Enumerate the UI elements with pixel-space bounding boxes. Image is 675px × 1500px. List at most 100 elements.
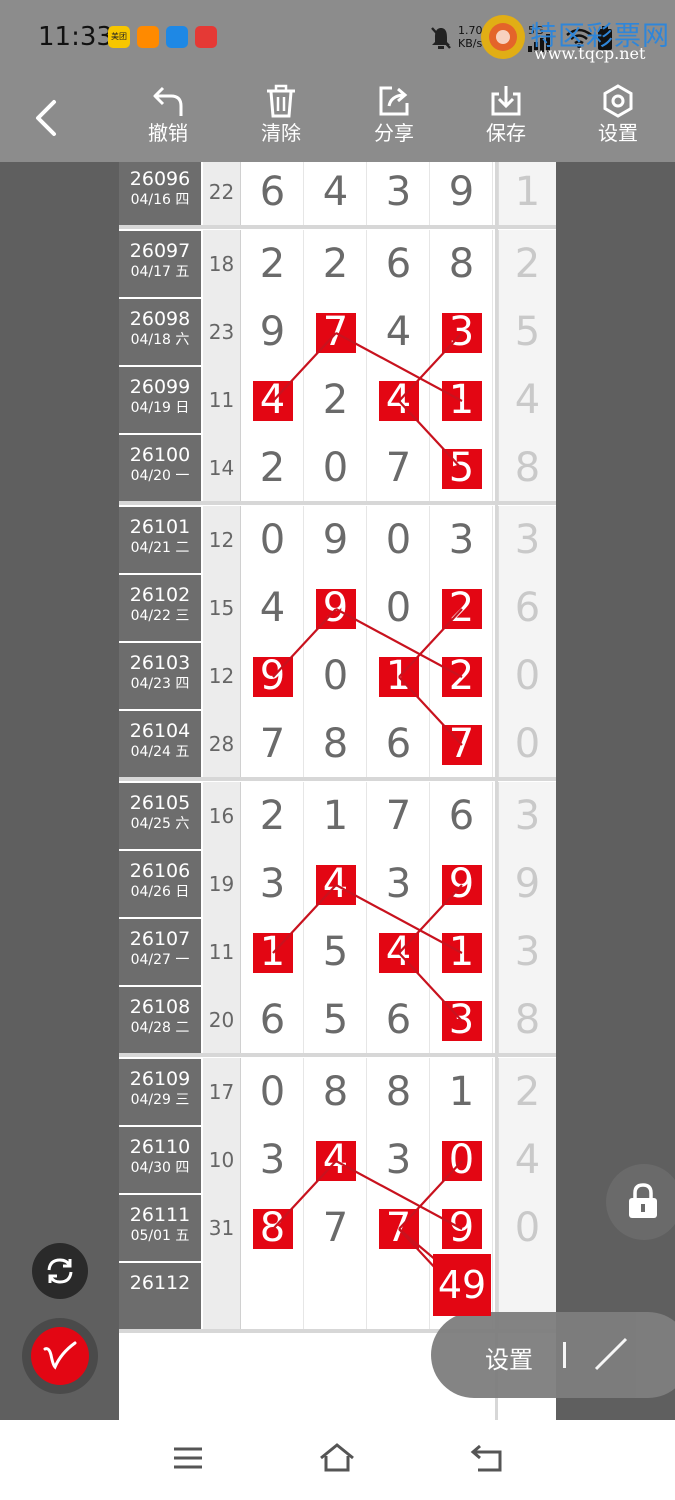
highlighted-digit[interactable]: 4 — [242, 366, 304, 434]
highlighted-digit[interactable]: 4 — [368, 918, 430, 986]
digit-group: 8779 — [242, 1194, 495, 1262]
digit-cell[interactable]: 9 — [431, 162, 493, 226]
highlighted-digit[interactable]: 2 — [431, 642, 493, 710]
digit-cell[interactable]: 3 — [368, 1126, 430, 1194]
highlighted-digit[interactable]: 1 — [431, 918, 493, 986]
digit-cell[interactable]: 7 — [368, 434, 430, 502]
digit-cell[interactable]: 5 — [305, 918, 367, 986]
highlighted-digit[interactable]: 0 — [431, 1126, 493, 1194]
digit-value: 3 — [448, 309, 475, 355]
highlighted-digit[interactable]: 9 — [431, 1194, 493, 1262]
clear-button[interactable]: 清除 — [241, 80, 321, 158]
highlighted-digit[interactable]: 1 — [431, 366, 493, 434]
group-separator — [119, 1053, 556, 1057]
digit-cell[interactable]: 6 — [431, 782, 493, 850]
digit-cell[interactable]: 7 — [305, 1194, 367, 1262]
settings-label: 设置 — [598, 121, 638, 145]
digit-cell[interactable]: 8 — [305, 710, 367, 778]
highlighted-digit[interactable]: 7 — [305, 298, 367, 366]
highlighted-digit[interactable]: 7 — [368, 1194, 430, 1262]
digit-cell[interactable]: 3 — [242, 1126, 304, 1194]
floating-settings-panel[interactable]: 设置 — [431, 1312, 675, 1398]
highlighted-digit[interactable]: 1 — [368, 642, 430, 710]
digit-cell[interactable]: 3 — [368, 850, 430, 918]
digit-cell[interactable]: 3 — [431, 506, 493, 574]
sum-cell: 17 — [203, 1058, 241, 1126]
digit-cell[interactable]: 1 — [305, 782, 367, 850]
digit-cell[interactable]: 9 — [305, 506, 367, 574]
highlighted-digit[interactable]: 8 — [242, 1194, 304, 1262]
digit-cell[interactable]: 2 — [305, 366, 367, 434]
back-nav-icon[interactable] — [470, 1442, 504, 1474]
toolbar: 撤销 清除 分享 保存 设置 — [0, 72, 675, 162]
digit-cell[interactable]: 7 — [368, 782, 430, 850]
digit-cell[interactable]: 0 — [305, 434, 367, 502]
digit-cell[interactable]: 7 — [242, 710, 304, 778]
digit-cell[interactable]: 5 — [305, 986, 367, 1054]
highlighted-digit[interactable]: 2 — [431, 574, 493, 642]
digit-cell[interactable]: 2 — [242, 434, 304, 502]
sum-cell: 18 — [203, 230, 241, 298]
digit-cell[interactable]: 9 — [242, 298, 304, 366]
digit-cell[interactable]: 6 — [242, 162, 304, 226]
digit-cell[interactable]: 4 — [242, 574, 304, 642]
floating-settings-label[interactable]: 设置 — [485, 1340, 533, 1375]
highlighted-digit[interactable]: 4 — [368, 366, 430, 434]
highlighted-digit[interactable]: 3 — [431, 298, 493, 366]
issue-cell: 26108 04/28 二 — [119, 987, 201, 1053]
digit-cell[interactable] — [368, 1262, 430, 1330]
digit-cell[interactable]: 6 — [368, 986, 430, 1054]
highlighted-digit[interactable]: 7 — [431, 710, 493, 778]
digit-cell[interactable]: 3 — [242, 850, 304, 918]
line-tool-icon[interactable] — [593, 1336, 629, 1372]
share-button[interactable]: 分享 — [354, 80, 434, 158]
digit-cell[interactable]: 0 — [368, 506, 430, 574]
issue-number: 26108 — [129, 996, 191, 1018]
digit-group: 3430 — [242, 1126, 495, 1194]
digit-cell[interactable]: 6 — [368, 710, 430, 778]
digit-cell[interactable] — [305, 1262, 367, 1330]
highlighted-digit[interactable]: 1 — [242, 918, 304, 986]
menu-icon[interactable] — [172, 1442, 204, 1474]
issue-cell: 26096 04/16 四 — [119, 162, 201, 225]
digit-cell[interactable] — [242, 1262, 304, 1330]
highlighted-digit[interactable]: 9 — [242, 642, 304, 710]
home-icon[interactable] — [318, 1442, 356, 1474]
digit-value: 4 — [322, 169, 349, 215]
digit-cell[interactable]: 4 — [368, 298, 430, 366]
digit-cell[interactable]: 4 — [305, 162, 367, 226]
refresh-button[interactable] — [32, 1243, 88, 1299]
digit-cell[interactable]: 8 — [368, 1058, 430, 1126]
settings-button[interactable]: 设置 — [578, 80, 658, 158]
table-row: 26111 05/01 五 31 8 7 7 9 0 — [119, 1194, 556, 1262]
digit-cell[interactable]: 0 — [305, 642, 367, 710]
digit-cell[interactable]: 8 — [305, 1058, 367, 1126]
watermark: 特区彩票网 www.tqcp.net — [478, 10, 673, 66]
download-icon — [491, 86, 521, 116]
undo-button[interactable]: 撤销 — [128, 80, 208, 158]
digit-cell[interactable]: 2 — [242, 782, 304, 850]
trend-grid[interactable]: 26096 04/16 四 22 6 4 3 9 1 26097 04/17 五 18 2 2 6 8 2 26… — [119, 162, 556, 1420]
digit-cell[interactable]: 6 — [242, 986, 304, 1054]
highlighted-digit[interactable]: 5 — [431, 434, 493, 502]
highlighted-digit[interactable]: 3 — [431, 986, 493, 1054]
highlighted-digit[interactable]: 9 — [305, 574, 367, 642]
lock-button[interactable] — [606, 1164, 675, 1240]
digit-cell[interactable]: 6 — [368, 230, 430, 298]
save-button[interactable]: 保存 — [466, 80, 546, 158]
digit-cell[interactable]: 0 — [242, 1058, 304, 1126]
digit-value: 8 — [448, 241, 475, 287]
highlighted-digit[interactable]: 4 — [305, 1126, 367, 1194]
digit-cell[interactable]: 0 — [368, 574, 430, 642]
pen-button[interactable] — [22, 1318, 98, 1394]
highlighted-digit[interactable]: 4 — [305, 850, 367, 918]
digit-cell[interactable]: 2 — [305, 230, 367, 298]
back-button[interactable] — [28, 96, 68, 140]
digit-cell[interactable]: 8 — [431, 230, 493, 298]
highlighted-digit[interactable]: 9 — [431, 850, 493, 918]
digit-cell[interactable]: 0 — [242, 506, 304, 574]
digit-cell[interactable]: 1 — [431, 1058, 493, 1126]
digit-cell[interactable]: 3 — [368, 162, 430, 226]
digit-cell[interactable]: 2 — [242, 230, 304, 298]
cloud-app-icon — [166, 26, 188, 48]
